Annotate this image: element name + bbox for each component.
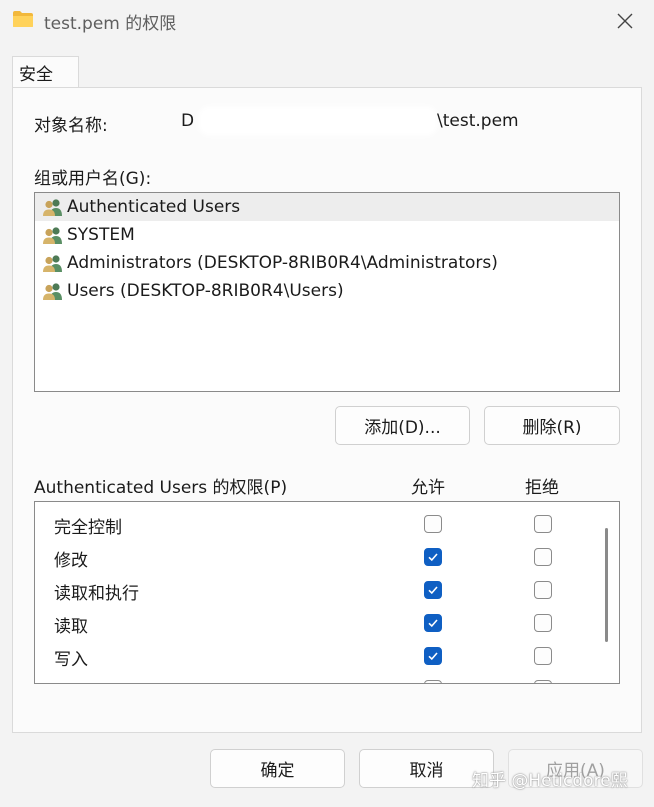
folder-icon	[13, 11, 33, 27]
list-item[interactable]: SYSTEM	[35, 221, 619, 249]
list-item[interactable]: Users (DESKTOP-8RIB0R4\Users)	[35, 277, 619, 305]
ok-button-label: 确定	[260, 761, 295, 781]
permission-row: 写入	[35, 639, 595, 672]
allow-checkbox[interactable]	[424, 614, 442, 632]
permissions-list[interactable]: 完全控制修改读取和执行读取写入特殊权限	[34, 501, 620, 684]
permission-name: 读取和执行	[54, 584, 139, 604]
permission-row: 特殊权限	[35, 672, 595, 683]
object-path-start: D	[181, 111, 195, 131]
permission-name: 修改	[54, 551, 88, 571]
tab-label: 安全	[19, 65, 53, 85]
list-item-label: Authenticated Users	[67, 197, 241, 217]
tab-security[interactable]: 安全	[12, 56, 79, 88]
permission-name: 读取	[54, 617, 88, 637]
deny-checkbox[interactable]	[534, 548, 552, 566]
deny-checkbox[interactable]	[534, 515, 552, 533]
permission-row: 修改	[35, 540, 595, 573]
list-item-label: SYSTEM	[67, 225, 135, 245]
users-icon	[43, 227, 62, 244]
allow-checkbox[interactable]	[424, 548, 442, 566]
list-item[interactable]: Administrators (DESKTOP-8RIB0R4\Administ…	[35, 249, 619, 277]
permission-row: 完全控制	[35, 507, 595, 540]
permission-row: 读取	[35, 606, 595, 639]
permission-name: 特殊权限	[54, 678, 122, 683]
close-icon	[617, 13, 633, 29]
allow-checkbox[interactable]	[424, 581, 442, 599]
list-item-label: Administrators (DESKTOP-8RIB0R4\Administ…	[67, 253, 498, 273]
object-path-end: \test.pem	[437, 111, 519, 131]
group-user-list[interactable]: Authenticated Users SYSTEM Administrators …	[34, 192, 620, 392]
remove-button-label: 删除(R)	[522, 418, 582, 438]
allow-checkbox[interactable]	[424, 647, 442, 665]
watermark: 知乎 @Heticdore熙	[472, 771, 628, 791]
remove-button[interactable]: 删除(R)	[484, 406, 620, 445]
cancel-button-label: 取消	[409, 761, 444, 781]
close-button[interactable]	[610, 8, 640, 34]
title-bar: test.pem 的权限	[0, 0, 654, 42]
list-item-label: Users (DESKTOP-8RIB0R4\Users)	[67, 281, 344, 301]
window-title: test.pem 的权限	[44, 14, 177, 34]
scrollbar-thumb[interactable]	[605, 528, 608, 642]
add-button[interactable]: 添加(D)...	[335, 406, 470, 445]
ok-button[interactable]: 确定	[210, 749, 345, 788]
deny-checkbox[interactable]	[534, 581, 552, 599]
list-item[interactable]: Authenticated Users	[35, 193, 619, 221]
users-icon	[43, 255, 62, 272]
deny-header: 拒绝	[525, 478, 559, 498]
add-button-label: 添加(D)...	[364, 418, 441, 438]
groups-label: 组或用户名(G):	[34, 169, 152, 189]
allow-header: 允许	[411, 478, 445, 498]
allow-checkbox[interactable]	[424, 515, 442, 533]
deny-checkbox[interactable]	[534, 614, 552, 632]
allow-checkbox[interactable]	[424, 680, 442, 683]
deny-checkbox[interactable]	[534, 647, 552, 665]
permission-row: 读取和执行	[35, 573, 595, 606]
object-name-label: 对象名称:	[34, 116, 108, 136]
permission-name: 完全控制	[54, 518, 122, 538]
users-icon	[43, 199, 62, 216]
permission-name: 写入	[54, 650, 88, 670]
permissions-label: Authenticated Users 的权限(P)	[34, 478, 288, 498]
deny-checkbox[interactable]	[534, 680, 552, 683]
redacted-path	[198, 106, 438, 136]
users-icon	[43, 283, 62, 300]
